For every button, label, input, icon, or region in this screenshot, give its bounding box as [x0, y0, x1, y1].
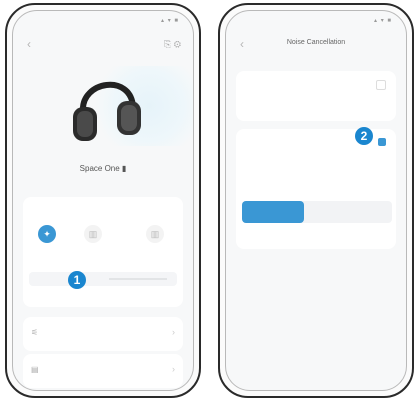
option-manual[interactable] — [236, 129, 396, 249]
segment-selected[interactable] — [242, 201, 304, 223]
chevron-right-icon: › — [172, 364, 175, 374]
list-item-equalizer[interactable]: ⚟ › — [23, 317, 183, 351]
status-icons: ▴ ▾ ■ — [161, 18, 179, 24]
sound-mode-card: ✦ ▥ ▥ — [23, 197, 183, 307]
back-icon[interactable]: ‹ — [27, 37, 31, 51]
device-name: Space One ▮ — [13, 164, 193, 173]
battery-icon: ▮ — [121, 164, 127, 173]
headphones-image — [73, 81, 141, 141]
sound-effects-icon: ▤ — [31, 365, 39, 374]
level-slider-track[interactable] — [109, 278, 167, 280]
option-checked-icon[interactable] — [378, 138, 386, 146]
transparency-mode-icon: ▥ — [146, 225, 164, 243]
left-phone: ▴ ▾ ■ ‹ ⎘ ⚙ Space One ▮ ✦ ▥ ▥ 1 ⚟ › ▤ › — [5, 3, 201, 398]
option-adaptive[interactable] — [236, 71, 396, 121]
settings-icons[interactable]: ⎘ ⚙ — [164, 39, 181, 50]
status-icons: ▴ ▾ ■ — [374, 18, 392, 24]
option-unchecked-icon[interactable] — [376, 80, 386, 90]
device-name-text: Space One — [79, 164, 120, 173]
left-screen: ▴ ▾ ■ ‹ ⎘ ⚙ Space One ▮ ✦ ▥ ▥ 1 ⚟ › ▤ › — [12, 10, 194, 391]
noise-cancel-icon: ✦ — [38, 225, 56, 243]
chevron-right-icon: › — [172, 327, 175, 337]
noise-level-selector[interactable] — [242, 201, 392, 223]
right-screen: ▴ ▾ ■ ‹ Noise Cancellation 2 — [225, 10, 407, 391]
normal-mode-icon: ▥ — [84, 225, 102, 243]
mode-noise-cancel[interactable]: ✦ — [27, 225, 67, 246]
callout-badge-1: 1 — [68, 271, 86, 289]
list-item-sound-effects[interactable]: ▤ › — [23, 354, 183, 388]
noise-level-row[interactable] — [29, 272, 177, 286]
mode-normal[interactable]: ▥ — [73, 225, 113, 246]
mode-transparency[interactable]: ▥ — [135, 225, 175, 246]
callout-badge-2: 2 — [355, 127, 373, 145]
page-title: Noise Cancellation — [286, 39, 346, 46]
right-phone: ▴ ▾ ■ ‹ Noise Cancellation 2 — [218, 3, 414, 398]
status-bar: ▴ ▾ ■ — [240, 17, 392, 27]
equalizer-icon: ⚟ — [31, 328, 39, 337]
status-bar: ▴ ▾ ■ — [27, 17, 179, 27]
